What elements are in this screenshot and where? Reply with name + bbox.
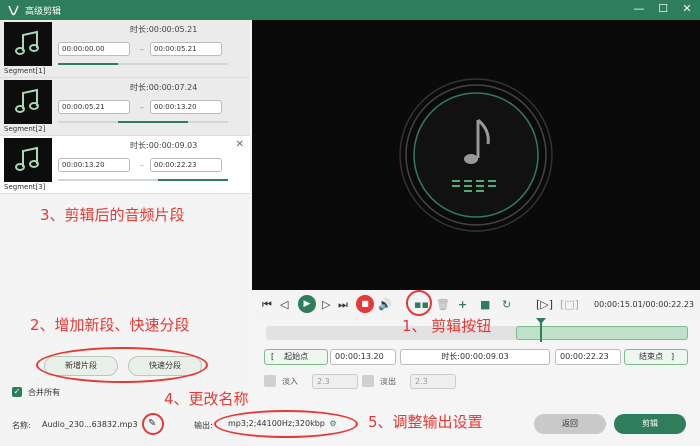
- segment-end-input[interactable]: 00:00:05.21: [150, 42, 222, 56]
- preview-area: [252, 20, 700, 290]
- annotation-2: 2、增加新段、快速分段: [30, 316, 190, 334]
- split-right-icon[interactable]: [□]: [560, 298, 579, 311]
- cut-button[interactable]: 剪辑: [614, 414, 686, 434]
- merge-all-checkbox[interactable]: ✓: [12, 387, 22, 397]
- segment-label: Segment[2]: [4, 125, 46, 133]
- output-label: 输出:: [194, 421, 213, 430]
- next-frame-icon[interactable]: ▷: [322, 298, 330, 311]
- segment-progress: [58, 179, 228, 181]
- copy-icon[interactable]: ■: [480, 298, 490, 311]
- fade-in-input[interactable]: 2.3: [312, 374, 358, 389]
- playhead-handle-icon[interactable]: [536, 318, 546, 324]
- music-note-icon: [4, 80, 52, 124]
- segment-start-input[interactable]: 00:00:00.00: [58, 42, 130, 56]
- fade-in-checkbox[interactable]: [264, 375, 276, 387]
- start-point-button[interactable]: [起始点: [264, 349, 328, 365]
- name-label: 名称:: [12, 421, 31, 430]
- annotation-ellipse: [214, 410, 358, 438]
- stop-icon[interactable]: ■: [356, 295, 374, 313]
- skip-start-icon[interactable]: ⏮: [262, 298, 272, 312]
- segment-duration: 时长:00:00:05.21: [130, 25, 198, 34]
- end-point-button[interactable]: 结束点]: [624, 349, 688, 365]
- annotation-5: 5、调整输出设置: [368, 413, 483, 431]
- music-note-icon: [4, 138, 52, 182]
- close-icon[interactable]: ✕: [236, 139, 244, 150]
- close-icon[interactable]: ✕: [680, 2, 694, 16]
- title-bar: 高级剪辑 — ☐ ✕: [0, 0, 700, 20]
- annotation-1: 1、 剪辑按钮: [402, 317, 492, 335]
- window-title: 高级剪辑: [25, 6, 62, 17]
- music-note-icon: [4, 22, 52, 66]
- segment-duration: 时长:00:00:09.03: [130, 141, 198, 150]
- play-icon[interactable]: ▶: [298, 295, 316, 313]
- annotation-4: 4、更改名称: [164, 390, 249, 408]
- plus-icon[interactable]: +: [458, 298, 467, 311]
- split-left-icon[interactable]: [▷]: [536, 298, 553, 311]
- prev-frame-icon[interactable]: ◁: [280, 298, 288, 311]
- segment-item[interactable]: Segment[3] 时长:00:00:09.03 00:00:13.20 – …: [0, 136, 250, 194]
- fade-out-checkbox[interactable]: [362, 375, 374, 387]
- fade-in-label: 淡入: [282, 377, 298, 386]
- segment-progress: [58, 63, 228, 65]
- range-start-input[interactable]: 00:00:13.20: [330, 349, 396, 365]
- fade-out-label: 淡出: [380, 377, 396, 386]
- range-duration: 时长:00:00:09.03: [400, 349, 550, 365]
- segment-item[interactable]: Segment[2] 时长:00:00:07.24 00:00:05.21 – …: [0, 78, 250, 136]
- segment-label: Segment[3]: [4, 183, 46, 191]
- segment-item[interactable]: Segment[1] 时长:00:00:05.21 00:00:00.00 – …: [0, 20, 250, 78]
- playback-time: 00:00:15.01/00:00:22.23: [594, 300, 694, 309]
- volume-icon[interactable]: 🔊: [378, 298, 392, 311]
- segment-end-input[interactable]: 00:00:22.23: [150, 158, 222, 172]
- annotation-ellipse: [142, 413, 164, 435]
- back-button[interactable]: 返回: [534, 414, 606, 434]
- segment-progress: [58, 121, 228, 123]
- segment-start-input[interactable]: 00:00:05.21: [58, 100, 130, 114]
- name-value: Audio_230...63832.mp3: [42, 420, 138, 429]
- app-logo-icon: [6, 3, 20, 17]
- merge-all-label: 合并所有: [28, 388, 60, 397]
- segment-duration: 时长:00:00:07.24: [130, 83, 198, 92]
- annotation-ellipse: [406, 290, 432, 316]
- segment-label: Segment[1]: [4, 67, 46, 75]
- segment-start-input[interactable]: 00:00:13.20: [58, 158, 130, 172]
- range-end-input[interactable]: 00:00:22.23: [555, 349, 621, 365]
- minimize-icon[interactable]: —: [632, 2, 646, 16]
- refresh-icon[interactable]: ↻: [502, 298, 511, 311]
- trash-icon[interactable]: 🗑: [436, 298, 450, 311]
- fade-out-input[interactable]: 2.3: [410, 374, 456, 389]
- skip-end-icon[interactable]: ⏭: [338, 298, 348, 312]
- annotation-3: 3、剪辑后的音频片段: [40, 206, 185, 224]
- segment-end-input[interactable]: 00:00:13.20: [150, 100, 222, 114]
- annotation-ellipse: [36, 347, 208, 383]
- maximize-icon[interactable]: ☐: [656, 2, 670, 16]
